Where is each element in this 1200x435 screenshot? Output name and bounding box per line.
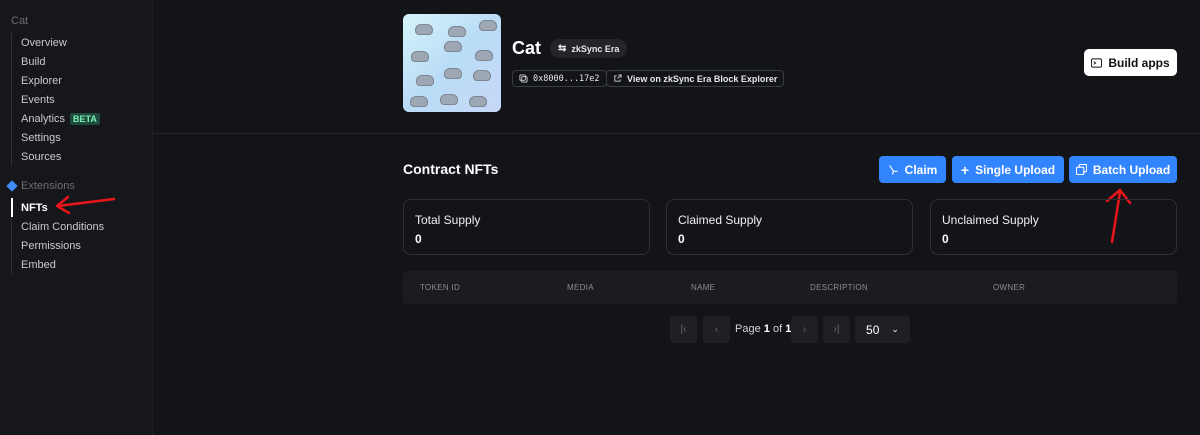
contract-title: Cat (512, 38, 542, 58)
column-header-description[interactable]: DESCRIPTION (810, 283, 868, 292)
sidebar-item-label: Build (21, 55, 46, 68)
single-upload-label: Single Upload (975, 162, 1056, 177)
single-upload-button[interactable]: + Single Upload (952, 156, 1064, 183)
batch-upload-label: Batch Upload (1092, 162, 1171, 177)
sidebar-main-group: Overview Build Explorer Events Analytics… (11, 33, 100, 166)
zksync-icon: ⇆ (558, 43, 567, 54)
extensions-diamond-icon (6, 180, 18, 192)
copy-icon (519, 74, 528, 83)
contract-address: 0x8000...17e2 (533, 73, 600, 84)
sidebar-item-events[interactable]: Events (12, 90, 100, 109)
current-page: 1 (763, 323, 770, 335)
sidebar-item-overview[interactable]: Overview (12, 33, 100, 52)
sidebar-item-label: Analytics (21, 112, 66, 125)
copy-address-button[interactable]: 0x8000...17e2 (512, 70, 607, 87)
column-header-name[interactable]: NAME (691, 283, 715, 292)
plus-icon: + (960, 161, 970, 178)
page-word: Page (735, 323, 761, 335)
stat-card-total-supply: Total Supply 0 (403, 199, 650, 255)
chevron-down-icon: ⌄ (891, 324, 899, 334)
claim-hand-icon (888, 165, 898, 175)
stat-card-unclaimed-supply: Unclaimed Supply 0 (930, 199, 1177, 255)
batch-copy-icon (1075, 164, 1087, 175)
of-word: of (772, 323, 783, 335)
column-header-media[interactable]: MEDIA (567, 283, 594, 292)
beta-badge: BETA (70, 112, 100, 125)
sidebar-item-label: Events (21, 93, 55, 106)
sidebar-item-label: Settings (21, 131, 61, 144)
chevron-left-icon: ‹ (714, 324, 719, 335)
page-size-select[interactable]: 50 ⌄ (855, 316, 910, 343)
first-page-button[interactable]: |‹ (670, 316, 697, 343)
annotation-arrow-nfts (55, 195, 116, 215)
chain-badge[interactable]: ⇆ zkSync Era (550, 39, 628, 58)
sidebar-heading: Cat (11, 15, 29, 27)
prev-page-button[interactable]: ‹ (703, 316, 730, 343)
batch-upload-button[interactable]: Batch Upload (1069, 156, 1177, 183)
terminal-icon (1091, 57, 1103, 68)
sidebar-item-label: Explorer (21, 74, 62, 87)
sidebar-item-sources[interactable]: Sources (12, 147, 100, 166)
block-explorer-label: View on zkSync Era Block Explorer (627, 73, 778, 84)
contract-thumbnail (403, 14, 501, 112)
nft-table-header: TOKEN ID MEDIA NAME DESCRIPTION OWNER (403, 271, 1177, 304)
stat-label: Claimed Supply (678, 213, 763, 227)
sidebar-item-label: NFTs (21, 201, 48, 214)
column-header-token-id[interactable]: TOKEN ID (420, 283, 460, 292)
sidebar-item-settings[interactable]: Settings (12, 128, 100, 147)
page-indicator: Page 1 of 1 (735, 323, 791, 335)
sidebar-item-embed[interactable]: Embed (12, 255, 104, 274)
stat-value: 0 (942, 232, 949, 246)
sidebar-item-label: Permissions (21, 239, 81, 252)
column-header-owner[interactable]: OWNER (993, 283, 1025, 292)
sidebar-item-analytics[interactable]: Analytics BETA (12, 109, 100, 128)
stat-value: 0 (678, 232, 685, 246)
chain-name: zkSync Era (571, 43, 620, 54)
last-page-icon: ›| (833, 324, 840, 335)
extensions-heading-label: Extensions (21, 180, 75, 192)
sidebar-item-claim-conditions[interactable]: Claim Conditions (12, 217, 104, 236)
chevron-right-icon: › (802, 324, 807, 335)
sidebar: Cat Overview Build Explorer Events Analy… (0, 0, 153, 435)
stat-value: 0 (415, 232, 422, 246)
section-title: Contract NFTs (403, 161, 499, 177)
claim-label: Claim (904, 162, 938, 177)
sidebar-item-label: Overview (21, 36, 67, 49)
claim-button[interactable]: Claim (879, 156, 946, 183)
block-explorer-link[interactable]: View on zkSync Era Block Explorer (606, 70, 785, 87)
stat-card-claimed-supply: Claimed Supply 0 (666, 199, 913, 255)
sidebar-item-build[interactable]: Build (12, 52, 100, 71)
sidebar-item-permissions[interactable]: Permissions (12, 236, 104, 255)
external-link-icon (614, 74, 622, 82)
last-page-button[interactable]: ›| (823, 316, 850, 343)
sidebar-item-explorer[interactable]: Explorer (12, 71, 100, 90)
stat-label: Total Supply (415, 213, 481, 227)
stat-label: Unclaimed Supply (942, 213, 1039, 227)
build-apps-label: Build apps (1108, 55, 1170, 70)
first-page-icon: |‹ (680, 324, 687, 335)
next-page-button[interactable]: › (791, 316, 818, 343)
sidebar-item-label: Claim Conditions (21, 220, 105, 233)
header-divider (153, 133, 1200, 134)
sidebar-item-label: Embed (21, 258, 56, 271)
sidebar-item-label: Sources (21, 150, 62, 163)
page-size-value: 50 (866, 322, 880, 337)
extensions-heading: Extensions (6, 180, 75, 192)
build-apps-button[interactable]: Build apps (1084, 49, 1177, 76)
